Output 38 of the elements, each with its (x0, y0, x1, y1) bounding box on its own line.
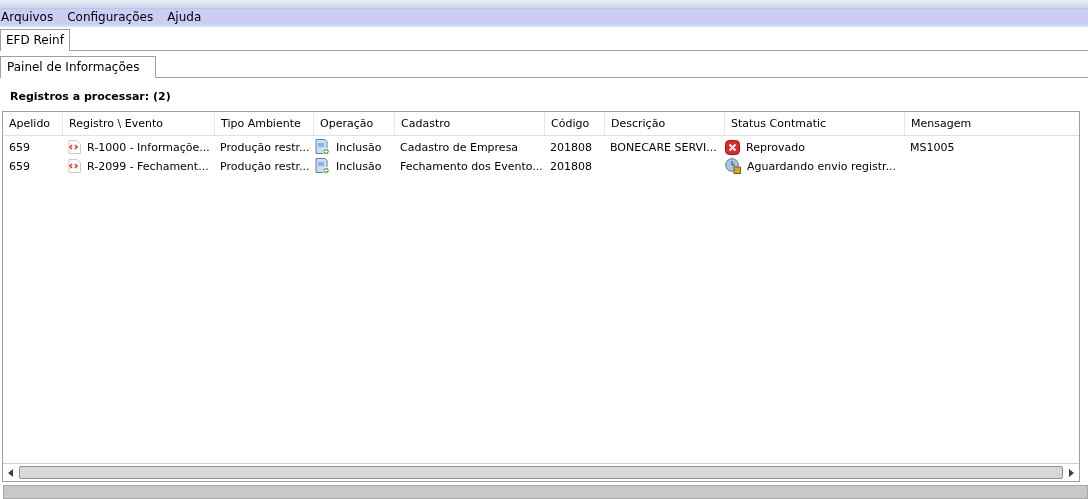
table-cell: MS1005 (910, 140, 955, 154)
table-cell: BONECARE SERVI... (610, 140, 717, 154)
table-cell: Inclusão (336, 140, 382, 154)
tab[interactable]: EFD Reinf (0, 28, 70, 51)
menu-item[interactable]: Configurações (67, 9, 154, 24)
column-header[interactable]: Cadastro (394, 111, 544, 135)
file-code-icon (68, 159, 81, 174)
document-add-icon (315, 139, 330, 156)
menu-item[interactable]: Ajuda (167, 9, 202, 24)
scroll-left-icon[interactable] (7, 468, 15, 477)
table-cell: Produção restr... (220, 159, 310, 173)
table-cell: Inclusão (336, 159, 382, 173)
file-code-icon (68, 140, 81, 155)
column-header[interactable]: Código (544, 111, 604, 135)
column-header[interactable]: Operação (313, 111, 394, 135)
column-header[interactable]: Apelido (3, 111, 62, 135)
column-header[interactable]: Status Contmatic (724, 111, 904, 135)
table-cell: R-1000 - Informaçõe... (87, 140, 210, 154)
scroll-right-icon[interactable] (1067, 468, 1075, 477)
menu-item[interactable]: Arquivos (1, 9, 54, 24)
table-cell: 659 (9, 159, 30, 173)
tab[interactable]: Painel de Informações (0, 55, 157, 78)
records-count-label: Registros a processar: (2) (9, 88, 172, 105)
table-cell: 201808 (550, 159, 592, 173)
column-header[interactable]: Descrição (604, 111, 724, 135)
document-add-icon (315, 158, 330, 175)
column-header[interactable]: Tipo Ambiente (214, 111, 313, 135)
column-header[interactable]: Registro \ Evento (62, 111, 214, 135)
table-cell: 201808 (550, 140, 592, 154)
table-cell: Aguardando envio registr... (747, 159, 897, 173)
table-cell: Cadastro de Empresa (400, 140, 519, 154)
table-cell: Fechamento dos Evento... (400, 159, 543, 173)
table-cell: R-2099 - Fechament... (87, 159, 209, 173)
column-header[interactable]: Mensagem (904, 111, 1074, 135)
table-cell: 659 (9, 140, 30, 154)
table-cell: Reprovado (746, 140, 805, 154)
scrollbar-thumb[interactable] (19, 466, 1063, 480)
table-cell: Produção restr... (220, 140, 310, 154)
